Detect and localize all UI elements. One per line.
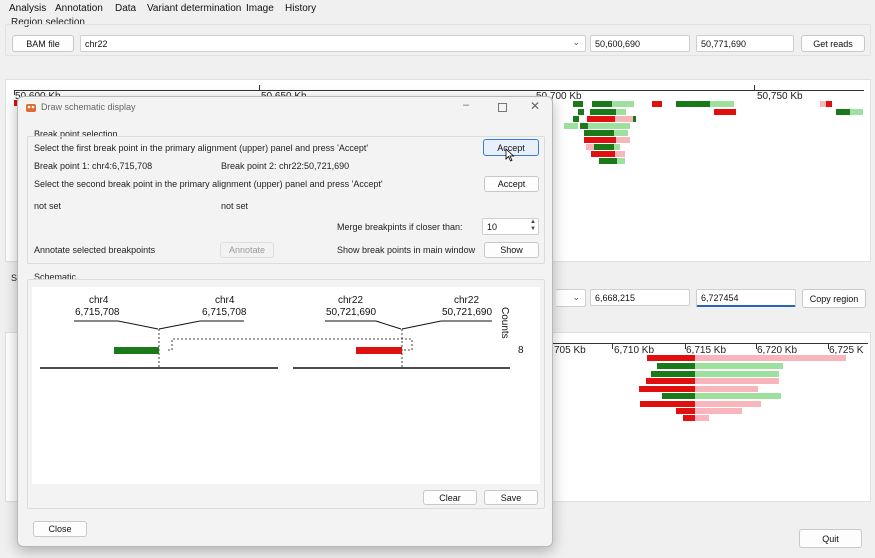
spinner-arrows-icon[interactable]: ▲ ▼ (530, 219, 536, 233)
menu-analysis[interactable]: Analysis (9, 3, 46, 14)
get-reads-button[interactable]: Get reads (801, 35, 865, 52)
annotate-label: Annotate selected breakpoints (34, 245, 156, 255)
mouse-cursor-icon (505, 148, 515, 162)
second-breakpoint-2-status: not set (221, 201, 249, 211)
dialog-titlebar[interactable]: Draw schematic display – ✕ (18, 97, 552, 119)
instruction-second: Select the second break point in the pri… (34, 179, 383, 189)
app-logo-icon (26, 104, 36, 112)
second-end-input[interactable]: 6,727454 (696, 289, 796, 307)
instruction-first: Select the first break point in the prim… (34, 143, 369, 153)
accept-second-button[interactable]: Accept (484, 176, 539, 192)
chromosome-select[interactable]: chr22 ⌄ (80, 35, 586, 52)
second-chromosome-select[interactable]: ⌄ (556, 289, 586, 307)
region-start-input[interactable]: 50,600,690 (590, 35, 690, 52)
bam-file-button[interactable]: BAM file (12, 35, 74, 52)
close-icon[interactable]: ✕ (530, 99, 540, 113)
menu-data[interactable]: Data (115, 3, 136, 14)
menu-bar: Analysis Annotation Data Variant determi… (0, 0, 875, 17)
region-end-input[interactable]: 50,771,690 (696, 35, 794, 52)
upper-axis-line (14, 90, 864, 91)
clear-button[interactable]: Clear (423, 490, 477, 505)
chromosome-value: chr22 (85, 38, 108, 49)
merge-distance-value: 10 (487, 221, 498, 232)
upper-tick-label: 50,750 Kb (757, 91, 803, 102)
second-breakpoint-1-status: not set (34, 201, 62, 211)
merge-label: Merge breakpints if closer than: (337, 222, 463, 232)
draw-schematic-dialog: Draw schematic display – ✕ Break point s… (17, 96, 553, 547)
schematic-canvas: chr4 6,715,708 chr4 6,715,708 chr22 50,7… (32, 287, 540, 484)
copy-region-button[interactable]: Copy region (802, 289, 866, 308)
schematic-drawing (40, 320, 510, 369)
show-breakpoints-label: Show break points in main window (337, 245, 476, 255)
lower-tick-label: 705 Kb (554, 345, 586, 356)
minimize-icon[interactable]: – (463, 99, 469, 111)
merge-distance-spinner[interactable]: 10 ▲ ▼ (482, 218, 539, 235)
breakpoint-2-value: Break point 2: chr22:50,721,690 (221, 161, 350, 171)
breakpoint-1-value: Break point 1: chr4:6,715,708 (34, 161, 153, 171)
annotate-button[interactable]: Annotate (220, 242, 274, 258)
quit-button[interactable]: Quit (799, 529, 862, 548)
second-start-input[interactable]: 6,668,215 (590, 289, 690, 306)
dialog-title: Draw schematic display (41, 102, 136, 112)
menu-image[interactable]: Image (246, 3, 274, 14)
chevron-down-icon: ⌄ (572, 37, 580, 47)
close-button[interactable]: Close (33, 521, 87, 537)
show-button[interactable]: Show (484, 242, 539, 258)
maximize-icon[interactable] (498, 103, 507, 112)
menu-variant-determination[interactable]: Variant determination (147, 3, 241, 14)
lower-axis-line (544, 343, 868, 344)
menu-annotation[interactable]: Annotation (55, 3, 103, 14)
save-button[interactable]: Save (484, 490, 538, 505)
chevron-down-icon: ⌄ (572, 292, 580, 302)
menu-history[interactable]: History (285, 3, 316, 14)
